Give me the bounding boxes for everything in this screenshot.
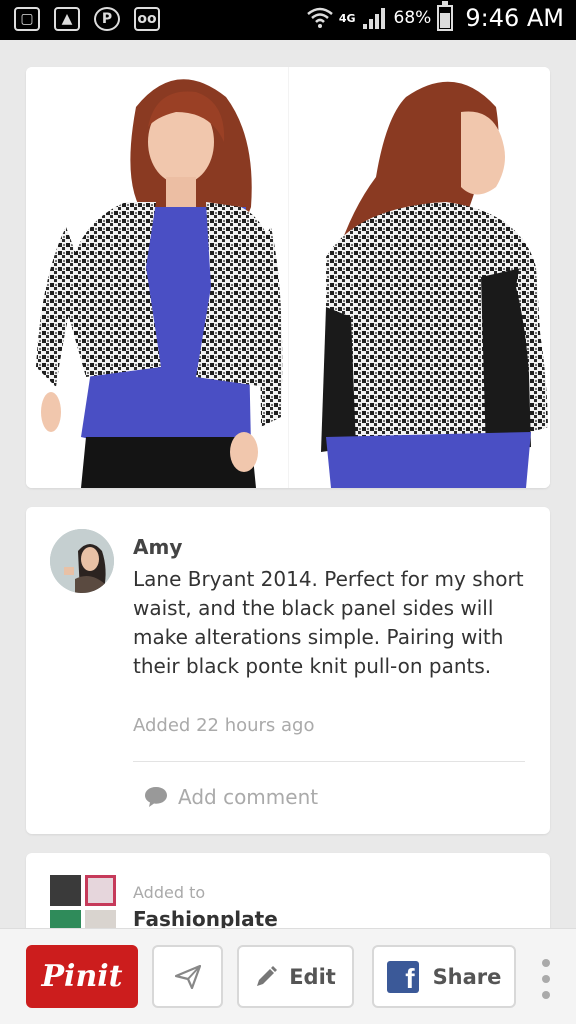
pencil-icon — [257, 965, 278, 986]
battery-percent: 68% — [393, 8, 432, 28]
pin-info-card: Amy Lane Bryant 2014. Perfect for my sho… — [26, 507, 550, 834]
system-status: 4G 68% 9:46 AM — [307, 1, 564, 32]
notification-icons: ▢ ▲ P oo — [14, 7, 160, 31]
more-options-icon[interactable] — [536, 959, 556, 999]
added-to-label: Added to — [133, 883, 206, 902]
pin-timestamp: Added 22 hours ago — [133, 715, 315, 736]
voicemail-icon: oo — [134, 7, 160, 31]
board-name[interactable]: Fashionplate — [133, 907, 278, 928]
share-button[interactable]: f Share — [372, 945, 516, 1008]
comment-icon — [145, 787, 167, 807]
status-bar: ▢ ▲ P oo 4G 68% 9:46 AM — [0, 0, 576, 40]
wifi-icon — [307, 7, 333, 28]
screenshot-icon: ▢ — [14, 7, 40, 31]
signal-icon — [362, 8, 385, 29]
gallery-icon: ▲ — [54, 7, 80, 31]
add-comment-button[interactable]: Add comment — [144, 785, 318, 809]
battery-icon — [437, 1, 454, 31]
pin-description: Lane Bryant 2014. Perfect for my short w… — [133, 567, 524, 678]
send-button[interactable] — [152, 945, 223, 1008]
divider — [133, 761, 525, 762]
pinterest-icon: P — [94, 7, 120, 31]
pin-it-button[interactable]: Pinit — [26, 945, 138, 1008]
clock: 9:46 AM — [465, 4, 564, 32]
pin-detail-feed[interactable]: Amy Lane Bryant 2014. Perfect for my sho… — [0, 40, 576, 928]
share-label: Share — [432, 964, 502, 989]
edit-button[interactable]: Edit — [237, 945, 354, 1008]
avatar[interactable] — [50, 529, 114, 593]
send-icon — [174, 964, 201, 989]
pin-image[interactable] — [26, 67, 550, 488]
add-comment-label: Add comment — [178, 785, 319, 809]
board-thumbnails — [50, 875, 116, 928]
network-type: 4G — [338, 11, 356, 25]
edit-label: Edit — [289, 964, 336, 989]
pin-it-label: Pinit — [41, 959, 123, 994]
product-photo — [26, 67, 550, 488]
board-card[interactable]: Added to Fashionplate — [26, 853, 550, 928]
pinner-name[interactable]: Amy — [133, 535, 182, 559]
facebook-icon: f — [386, 960, 419, 993]
action-bar: Pinit Edit f Share — [0, 928, 576, 1024]
